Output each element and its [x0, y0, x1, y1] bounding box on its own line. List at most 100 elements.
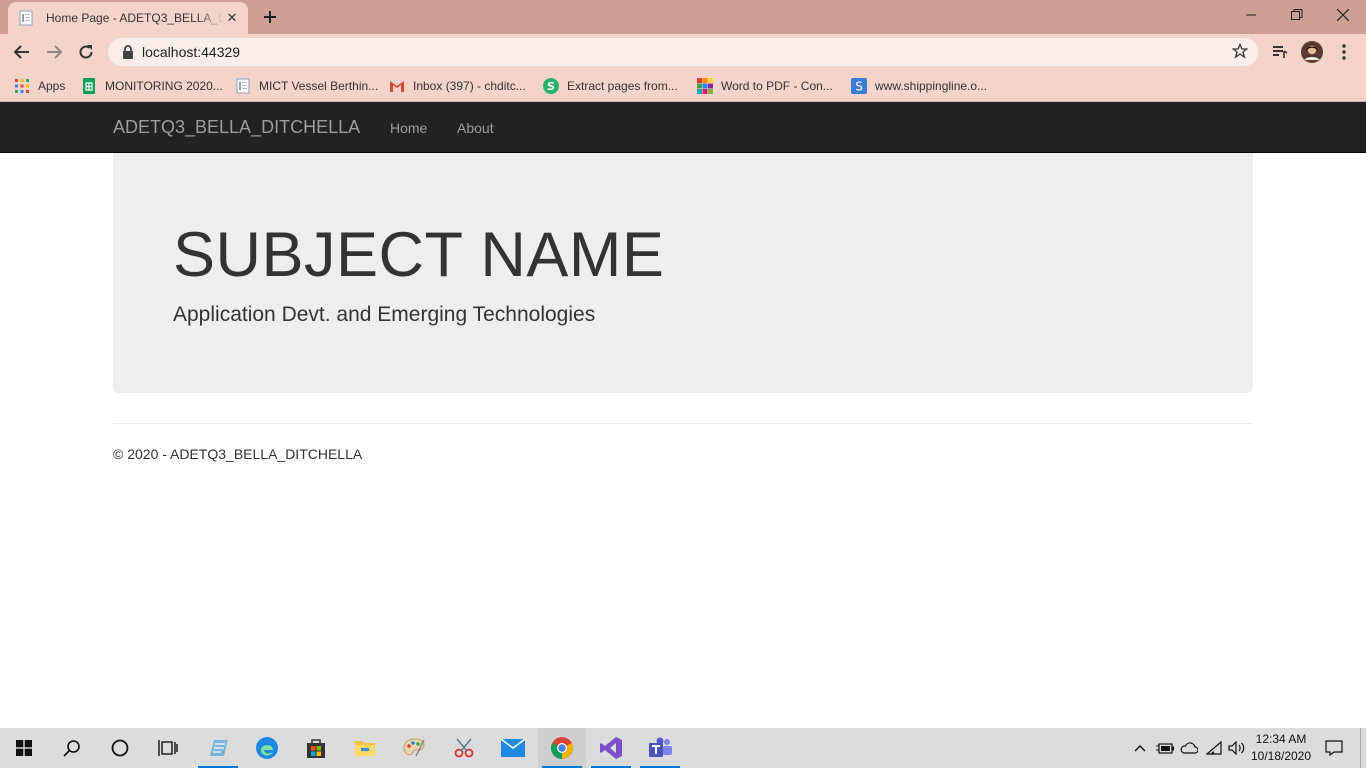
store-bag-icon [307, 739, 325, 758]
show-hidden-icons-button[interactable] [1130, 728, 1150, 768]
battery-tray[interactable] [1154, 728, 1176, 768]
forward-button[interactable] [40, 38, 68, 66]
bookmark-mict-vessel[interactable]: MICT Vessel Berthin... [235, 76, 378, 96]
minimize-icon [1246, 14, 1256, 16]
edge-browser-icon [256, 737, 278, 759]
onedrive-tray[interactable] [1178, 728, 1200, 768]
colorful-grid-icon [697, 78, 713, 94]
windows-taskbar: 12:34 AM 10/18/2020 [0, 728, 1366, 768]
back-arrow-icon [14, 45, 29, 59]
taskbar-app-snipping-tool[interactable] [440, 728, 488, 768]
restore-button[interactable] [1274, 0, 1320, 30]
google-sheets-icon [83, 78, 95, 94]
plus-icon [264, 11, 276, 23]
scissors-icon [454, 738, 474, 758]
wifi-icon [1206, 741, 1222, 755]
visual-studio-icon [600, 737, 622, 759]
bookmarks-bar: Apps MONITORING 2020... MICT Vessel Bert… [0, 70, 1366, 102]
notification-icon [1325, 740, 1343, 756]
reload-icon [79, 45, 93, 59]
restore-icon [1291, 9, 1303, 20]
cloud-icon [1180, 742, 1198, 754]
cortana-circle-icon [111, 739, 129, 757]
paint-palette-icon [403, 738, 425, 757]
folder-icon [355, 741, 375, 756]
nav-about-link[interactable]: About [457, 120, 494, 136]
taskbar-app-store[interactable] [292, 728, 340, 768]
chrome-menu-button[interactable] [1330, 38, 1358, 66]
task-view-icon [158, 740, 178, 756]
reading-list-button[interactable] [1266, 38, 1294, 66]
bookmark-label: Inbox (397) - chditc... [413, 79, 526, 93]
bookmark-label: MICT Vessel Berthin... [259, 79, 379, 93]
taskbar-app-paint[interactable] [390, 728, 438, 768]
close-tab-icon[interactable]: ✕ [224, 10, 240, 26]
browser-tab[interactable]: Home Page - ADETQ3_BELLA_DITCHELLA ✕ [8, 2, 248, 34]
bookmark-extract-pages[interactable]: S Extract pages from... [543, 76, 678, 96]
windows-logo-icon [16, 740, 32, 756]
chrome-browser-icon [551, 737, 573, 759]
smallpdf-icon: S [543, 78, 559, 94]
battery-plugged-icon [1156, 743, 1174, 754]
action-center-button[interactable] [1320, 728, 1348, 768]
taskbar-app-visual-studio[interactable] [587, 728, 635, 768]
svg-text:S: S [547, 80, 555, 93]
show-desktop-button[interactable] [1360, 728, 1366, 768]
bookmark-label: Extract pages from... [567, 79, 678, 93]
mail-envelope-icon [501, 739, 525, 757]
apps-grid-icon [15, 79, 29, 93]
avatar [1301, 41, 1323, 63]
network-tray[interactable] [1203, 728, 1225, 768]
bookmark-word-to-pdf[interactable]: Word to PDF - Con... [697, 76, 833, 96]
footer-copyright: © 2020 - ADETQ3_BELLA_DITCHELLA [113, 446, 363, 462]
bookmark-label: Apps [38, 79, 66, 93]
new-tab-button[interactable] [258, 6, 282, 28]
svg-text:S: S [855, 80, 863, 94]
reload-button[interactable] [72, 38, 100, 66]
search-button[interactable] [48, 728, 96, 768]
taskbar-app-file-explorer[interactable] [341, 728, 389, 768]
speaker-icon [1228, 741, 1245, 755]
bookmark-label: Word to PDF - Con... [721, 79, 833, 93]
tab-title: Home Page - ADETQ3_BELLA_DITCHELLA [46, 11, 224, 25]
back-button[interactable] [8, 38, 36, 66]
footer-divider [113, 423, 1253, 424]
search-icon [63, 740, 80, 757]
kebab-menu-icon [1342, 44, 1346, 60]
url-text[interactable]: localhost:44329 [142, 44, 240, 60]
bookmark-monitoring[interactable]: MONITORING 2020... [81, 76, 223, 96]
profile-button[interactable] [1298, 38, 1326, 66]
task-view-button[interactable] [144, 728, 192, 768]
taskbar-app-notepad[interactable] [194, 728, 242, 768]
forward-arrow-icon [47, 45, 62, 59]
system-clock[interactable]: 12:34 AM 10/18/2020 [1248, 731, 1314, 765]
bookmark-inbox[interactable]: Inbox (397) - chditc... [389, 76, 526, 96]
bookmark-shippingline[interactable]: S www.shippingline.o... [851, 76, 987, 96]
taskbar-app-teams[interactable] [636, 728, 684, 768]
site-navbar: ADETQ3_BELLA_DITCHELLA Home About [0, 102, 1366, 153]
address-bar[interactable]: localhost:44329 [108, 38, 1258, 66]
cortana-button[interactable] [96, 728, 144, 768]
clock-date: 10/18/2020 [1250, 749, 1312, 763]
volume-tray[interactable] [1226, 728, 1248, 768]
page-title: SUBJECT NAME [173, 220, 665, 290]
clock-time: 12:34 AM [1255, 732, 1307, 746]
start-button[interactable] [0, 728, 48, 768]
bookmark-apps[interactable]: Apps [14, 76, 65, 96]
site-brand-link[interactable]: ADETQ3_BELLA_DITCHELLA [113, 117, 360, 138]
taskbar-app-edge[interactable] [243, 728, 291, 768]
minimize-button[interactable] [1228, 0, 1274, 30]
taskbar-app-mail[interactable] [489, 728, 537, 768]
nav-home-link[interactable]: Home [390, 120, 427, 136]
document-icon [19, 10, 33, 26]
bookmark-star-icon[interactable] [1232, 43, 1248, 59]
chevron-up-icon [1134, 745, 1146, 752]
lock-icon[interactable] [122, 45, 134, 59]
browser-tabstrip: Home Page - ADETQ3_BELLA_DITCHELLA ✕ [0, 0, 1366, 34]
gmail-icon [390, 81, 404, 92]
s-site-icon: S [851, 78, 867, 94]
close-window-button[interactable] [1320, 0, 1366, 30]
jumbotron: SUBJECT NAME Application Devt. and Emerg… [113, 153, 1253, 393]
taskbar-app-chrome[interactable] [538, 728, 586, 768]
close-icon [1337, 9, 1349, 21]
